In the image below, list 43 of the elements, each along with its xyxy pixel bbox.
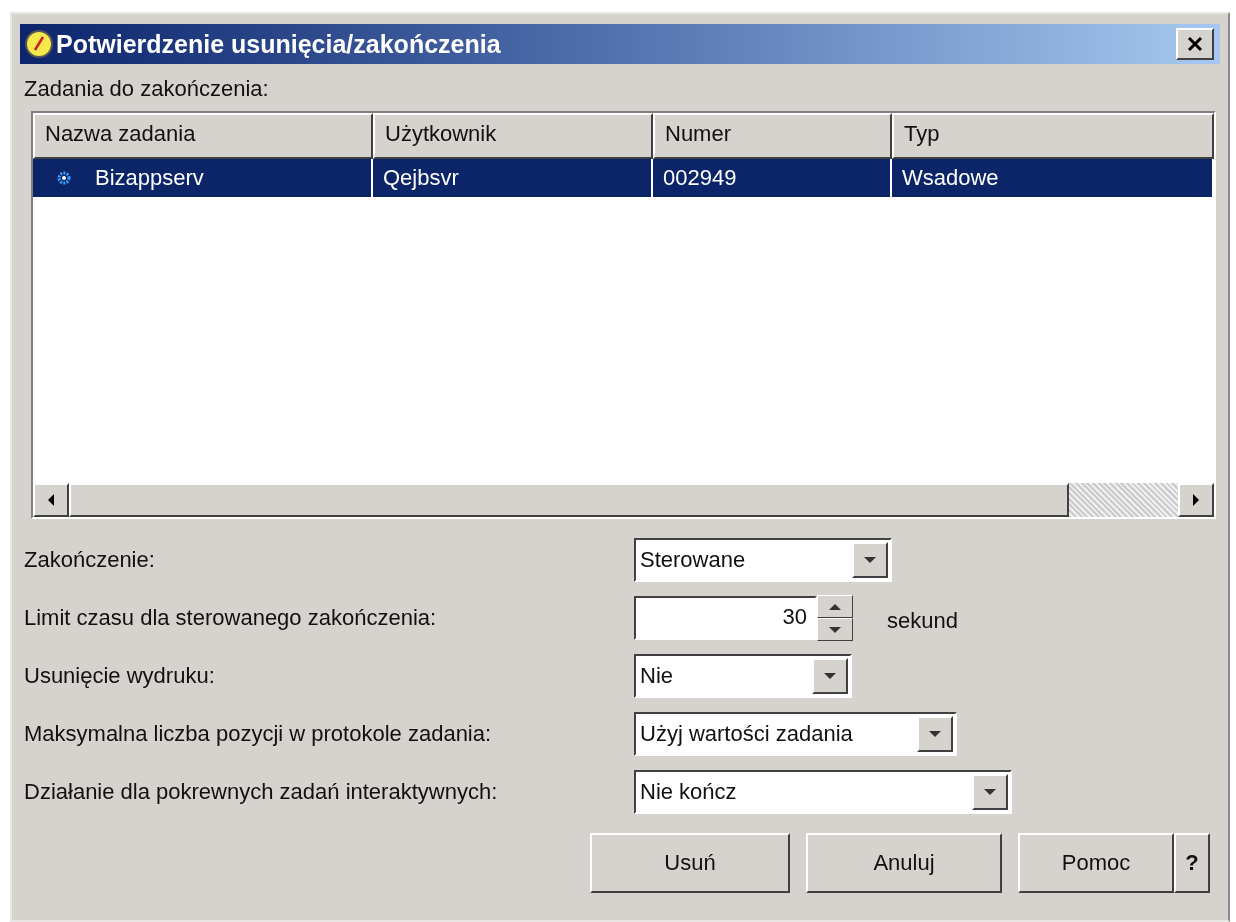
dropdown-arrow-icon [863,556,877,564]
help-button[interactable]: ? [1174,833,1210,893]
down-arrow-icon [828,625,842,634]
dropdown-arrow-icon [823,672,837,680]
column-header[interactable]: Nazwa zadania [33,113,373,159]
dialog-button[interactable]: Usuń [590,833,790,893]
spin-up-button[interactable] [817,595,853,618]
dropdown-arrow-icon [928,730,942,738]
scroll-left-button[interactable] [33,483,69,517]
column-header[interactable]: Użytkownik [373,113,653,159]
field-label: Limit czasu dla sterowanego zakończenia: [24,605,438,631]
list-label: Zadania do zakończenia: [24,76,270,102]
field-label: Usunięcie wydruku: [24,663,216,689]
table-cell: Bizappserv [95,165,204,191]
field-label: Maksymalna liczba pozycji w protokole zadania: [24,721,493,747]
horizontal-scrollbar[interactable] [33,483,1214,517]
up-arrow-icon [828,602,842,611]
gear-icon [57,171,71,185]
dropdown[interactable]: Sterowane [634,538,892,582]
table-cell: Qejbsvr [383,165,459,191]
scroll-right-button[interactable] [1178,483,1214,517]
close-icon [1185,34,1205,54]
dropdown-arrow-icon [983,788,997,796]
unit-label: sekund [887,608,958,634]
field-label: Zakończenie: [24,547,156,573]
dialog-button[interactable]: Pomoc [1018,833,1174,893]
dropdown[interactable]: Użyj wartości zadania [634,712,957,756]
column-header[interactable]: Numer [653,113,892,159]
right-arrow-icon [1191,493,1201,507]
window-title: Potwierdzenie usunięcia/zakończenia [56,29,502,59]
table-cell: Wsadowe [902,165,999,191]
field-label: Działanie dla pokrewnych zadań interaktywnych: [24,779,499,805]
scroll-thumb[interactable] [69,483,1069,517]
table-row[interactable]: Bizappserv Qejbsvr 002949 Wsadowe [33,159,1214,197]
left-arrow-icon [46,493,56,507]
dialog-button[interactable]: Anuluj [806,833,1002,893]
table-cell: 002949 [663,165,737,191]
spin-down-button[interactable] [817,618,853,641]
close-button[interactable] [1176,28,1214,60]
dropdown[interactable]: Nie kończ [634,770,1012,814]
column-header[interactable]: Typ [892,113,1214,159]
dropdown[interactable]: Nie [634,654,852,698]
number-field[interactable]: 30 [634,596,817,640]
